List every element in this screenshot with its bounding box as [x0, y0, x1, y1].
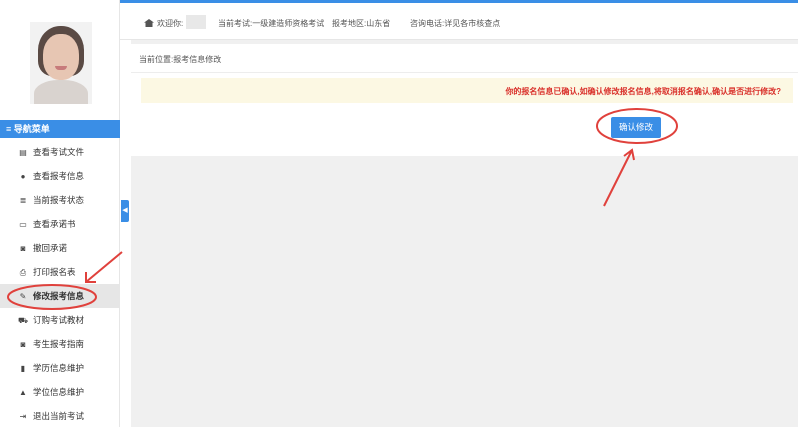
nav-item-label: 撤回承诺: [33, 243, 68, 253]
nav-item-education-info[interactable]: ▮ 学历信息维护: [0, 356, 120, 380]
list-icon: ≣: [19, 196, 27, 205]
sidebar: ≡ 导航菜单 ▤ 查看考试文件 ● 查看报考信息 ≣ 当前报考状态 ▭ 查看承诺书 ◙ 撤…: [0, 0, 120, 427]
warning-notice: 你的报名信息已确认,如确认修改报名信息,将取消报名确认,确认是否进行修改?: [141, 78, 793, 103]
nav-menu-header: ≡ 导航菜单: [0, 120, 120, 138]
nav-menu: ▤ 查看考试文件 ● 查看报考信息 ≣ 当前报考状态 ▭ 查看承诺书 ◙ 撤回承诺 ⎙ 打印…: [0, 140, 120, 427]
nav-item-exit-exam[interactable]: ⇥ 退出当前考试: [0, 404, 120, 427]
logout-icon: ⇥: [19, 412, 27, 421]
nav-item-label: 当前报考状态: [33, 195, 85, 205]
home-icon: [144, 19, 154, 27]
current-exam: 当前考试:一级建造师资格考试: [218, 19, 325, 28]
document-icon: ▤: [19, 148, 27, 157]
nav-item-print-form[interactable]: ⎙ 打印报名表: [0, 260, 120, 284]
user-name-redacted: [186, 15, 206, 29]
print-icon: ⎙: [19, 268, 27, 277]
nav-item-degree-info[interactable]: ▲ 学位信息维护: [0, 380, 120, 404]
exam-region: 报考地区:山东省: [332, 19, 391, 28]
notice-text: 你的报名信息已确认,如确认修改报名信息,将取消报名确认,确认是否进行修改?: [505, 87, 781, 96]
main-panel: 当前位置:报考信息修改 你的报名信息已确认,如确认修改报名信息,将取消报名确认,…: [131, 44, 798, 156]
welcome-text: 欢迎你:: [144, 18, 183, 29]
confirm-modify-button[interactable]: 确认修改: [611, 117, 661, 138]
nav-item-view-registration-info[interactable]: ● 查看报考信息: [0, 164, 120, 188]
book-icon: ◙: [20, 244, 26, 253]
breadcrumb: 当前位置:报考信息修改: [139, 55, 222, 64]
top-header: 欢迎你: 当前考试:一级建造师资格考试 报考地区:山东省 咨询电话:详见各市核查…: [120, 0, 798, 40]
nav-item-modify-registration[interactable]: ✎ 修改报考信息: [0, 284, 120, 308]
nav-item-registration-status[interactable]: ≣ 当前报考状态: [0, 188, 120, 212]
consult-phone: 咨询电话:详见各市核查点: [410, 19, 501, 28]
nav-item-label: 退出当前考试: [33, 411, 85, 421]
graduation-cap-icon: ▲: [19, 388, 27, 397]
divider: [131, 72, 798, 73]
edit-icon: ✎: [19, 292, 27, 301]
nav-item-label: 考生报考指南: [33, 339, 85, 349]
card-icon: ▭: [19, 220, 27, 229]
nav-item-label: 学历信息维护: [33, 363, 85, 373]
nav-item-label: 学位信息维护: [33, 387, 85, 397]
nav-item-label: 查看考试文件: [33, 147, 85, 157]
nav-item-order-textbooks[interactable]: ⛟ 订购考试教材: [0, 308, 120, 332]
nav-item-view-commitment[interactable]: ▭ 查看承诺书: [0, 212, 120, 236]
guide-book-icon: ◙: [20, 340, 26, 349]
nav-item-label: 打印报名表: [33, 267, 76, 277]
file-icon: ▮: [20, 364, 26, 373]
nav-item-label: 订购考试教材: [33, 315, 85, 325]
info-icon: ●: [20, 172, 26, 181]
nav-item-view-exam-files[interactable]: ▤ 查看考试文件: [0, 140, 120, 164]
nav-item-label: 查看承诺书: [33, 219, 76, 229]
nav-item-exam-guide[interactable]: ◙ 考生报考指南: [0, 332, 120, 356]
sidebar-collapse-toggle[interactable]: ◀: [121, 200, 129, 222]
nav-item-label: 修改报考信息: [33, 291, 85, 301]
chevron-left-icon: ◀: [122, 207, 128, 214]
nav-item-label: 查看报考信息: [33, 171, 85, 181]
avatar: [30, 22, 92, 104]
cart-icon: ⛟: [18, 316, 29, 325]
nav-item-withdraw-commitment[interactable]: ◙ 撤回承诺: [0, 236, 120, 260]
